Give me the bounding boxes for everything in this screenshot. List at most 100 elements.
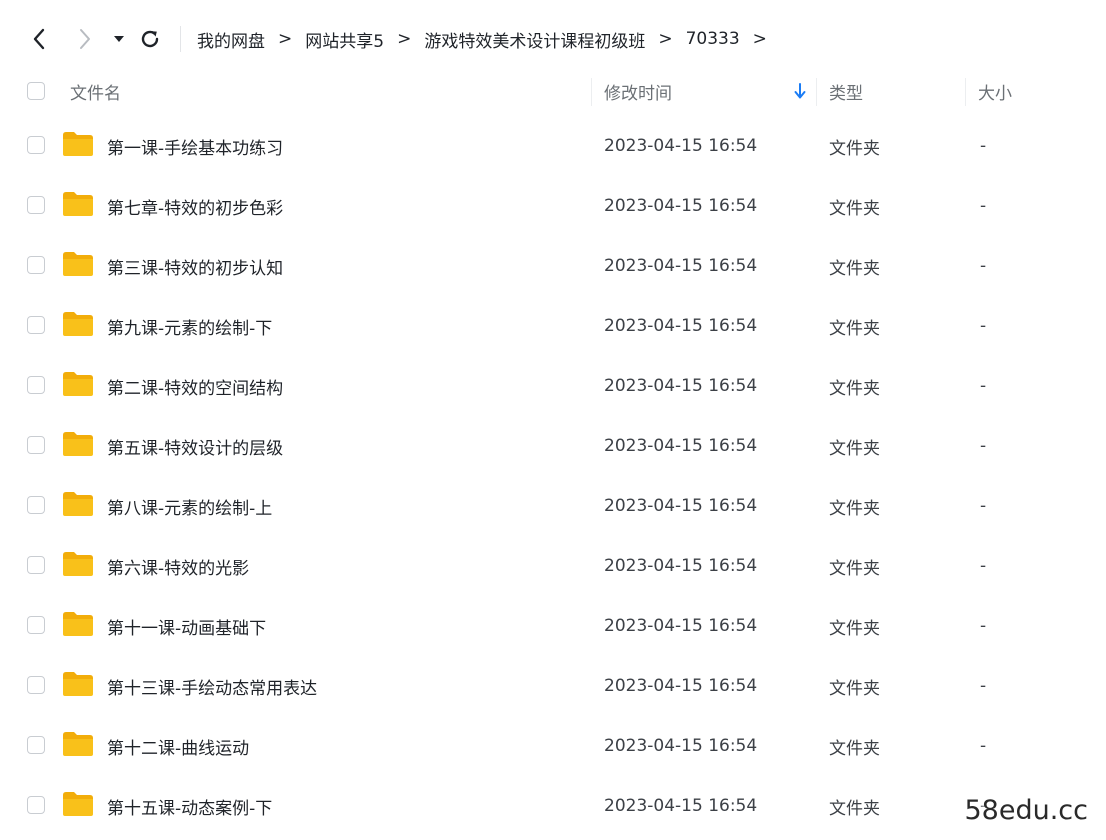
- folder-icon: [63, 552, 93, 576]
- file-name[interactable]: 第十三课-手绘动态常用表达: [107, 656, 317, 716]
- file-name[interactable]: 第十一课-动画基础下: [107, 596, 266, 656]
- breadcrumb-item-current[interactable]: 70333: [686, 29, 740, 49]
- row-checkbox[interactable]: [27, 376, 45, 394]
- file-row[interactable]: 第十一课-动画基础下 2023-04-15 16:54 文件夹 -: [0, 596, 1106, 656]
- file-name[interactable]: 第六课-特效的光影: [107, 536, 249, 596]
- row-checkbox[interactable]: [27, 616, 45, 634]
- row-checkbox[interactable]: [27, 676, 45, 694]
- file-modified-time: 2023-04-15 16:54: [604, 736, 758, 756]
- file-name[interactable]: 第七章-特效的初步色彩: [107, 176, 283, 236]
- file-name[interactable]: 第一课-手绘基本功练习: [107, 116, 283, 176]
- breadcrumb-item-course[interactable]: 游戏特效美术设计课程初级班: [424, 27, 645, 52]
- row-checkbox[interactable]: [27, 136, 45, 154]
- file-type: 文件夹: [829, 378, 880, 399]
- file-name[interactable]: 第二课-特效的空间结构: [107, 356, 283, 416]
- column-header-name[interactable]: 文件名: [70, 66, 121, 116]
- file-name[interactable]: 第十二课-曲线运动: [107, 716, 249, 776]
- file-size: -: [980, 736, 987, 756]
- column-divider[interactable]: [965, 78, 966, 106]
- folder-icon: [63, 732, 93, 756]
- file-type: 文件夹: [829, 498, 880, 519]
- forward-button[interactable]: [68, 22, 102, 56]
- refresh-button[interactable]: [133, 22, 167, 56]
- breadcrumb-separator: >: [278, 29, 293, 49]
- folder-icon: [63, 252, 93, 276]
- breadcrumb-item-share[interactable]: 网站共享5: [305, 27, 384, 52]
- file-row[interactable]: 第十二课-曲线运动 2023-04-15 16:54 文件夹 -: [0, 716, 1106, 776]
- file-type: 文件夹: [829, 618, 880, 639]
- folder-icon: [63, 492, 93, 516]
- file-size: -: [980, 556, 987, 576]
- refresh-icon: [141, 30, 159, 48]
- file-modified-time: 2023-04-15 16:54: [604, 616, 758, 636]
- file-modified-time: 2023-04-15 16:54: [604, 376, 758, 396]
- column-header-size[interactable]: 大小: [978, 66, 1012, 116]
- file-name[interactable]: 第九课-元素的绘制-下: [107, 296, 272, 356]
- file-type: 文件夹: [829, 138, 880, 159]
- file-type: 文件夹: [829, 258, 880, 279]
- file-row[interactable]: 第十三课-手绘动态常用表达 2023-04-15 16:54 文件夹 -: [0, 656, 1106, 716]
- column-header-type[interactable]: 类型: [829, 66, 863, 116]
- breadcrumb-item-my-drive[interactable]: 我的网盘: [197, 27, 265, 52]
- file-type: 文件夹: [829, 678, 880, 699]
- chevron-right-icon: [80, 29, 90, 49]
- row-checkbox[interactable]: [27, 256, 45, 274]
- row-checkbox[interactable]: [27, 196, 45, 214]
- file-modified-time: 2023-04-15 16:54: [604, 436, 758, 456]
- table-header: 文件名 修改时间 类型 大小: [0, 66, 1106, 116]
- folder-icon: [63, 372, 93, 396]
- breadcrumb: 我的网盘 > 网站共享5 > 游戏特效美术设计课程初级班 > 70333 >: [197, 24, 780, 54]
- file-name[interactable]: 第十五课-动态案例-下: [107, 776, 272, 836]
- file-size: -: [980, 136, 987, 156]
- breadcrumb-separator: >: [658, 29, 673, 49]
- arrow-down-icon: [794, 83, 806, 99]
- back-button[interactable]: [22, 22, 56, 56]
- column-header-modified[interactable]: 修改时间: [604, 66, 672, 116]
- breadcrumb-separator: >: [397, 29, 412, 49]
- file-modified-time: 2023-04-15 16:54: [604, 136, 758, 156]
- file-size: -: [980, 376, 987, 396]
- file-size: -: [980, 196, 987, 216]
- file-row[interactable]: 第九课-元素的绘制-下 2023-04-15 16:54 文件夹 -: [0, 296, 1106, 356]
- file-modified-time: 2023-04-15 16:54: [604, 676, 758, 696]
- file-name[interactable]: 第五课-特效设计的层级: [107, 416, 283, 476]
- row-checkbox[interactable]: [27, 496, 45, 514]
- row-checkbox[interactable]: [27, 796, 45, 814]
- file-type: 文件夹: [829, 798, 880, 819]
- row-checkbox[interactable]: [27, 736, 45, 754]
- file-row[interactable]: 第十五课-动态案例-下 2023-04-15 16:54 文件夹 -: [0, 776, 1106, 836]
- folder-icon: [63, 132, 93, 156]
- breadcrumb-separator[interactable]: >: [753, 29, 767, 49]
- file-size: -: [980, 316, 987, 336]
- row-checkbox[interactable]: [27, 556, 45, 574]
- row-checkbox[interactable]: [27, 316, 45, 334]
- file-modified-time: 2023-04-15 16:54: [604, 196, 758, 216]
- file-type: 文件夹: [829, 558, 880, 579]
- select-all-checkbox[interactable]: [27, 82, 45, 100]
- file-size: -: [980, 676, 987, 696]
- file-row[interactable]: 第八课-元素的绘制-上 2023-04-15 16:54 文件夹 -: [0, 476, 1106, 536]
- file-row[interactable]: 第三课-特效的初步认知 2023-04-15 16:54 文件夹 -: [0, 236, 1106, 296]
- file-name[interactable]: 第三课-特效的初步认知: [107, 236, 283, 296]
- file-size: -: [980, 496, 987, 516]
- file-row[interactable]: 第二课-特效的空间结构 2023-04-15 16:54 文件夹 -: [0, 356, 1106, 416]
- column-divider[interactable]: [591, 78, 592, 106]
- file-type: 文件夹: [829, 318, 880, 339]
- file-row[interactable]: 第六课-特效的光影 2023-04-15 16:54 文件夹 -: [0, 536, 1106, 596]
- history-dropdown-button[interactable]: [103, 22, 135, 56]
- folder-icon: [63, 792, 93, 816]
- file-row[interactable]: 第一课-手绘基本功练习 2023-04-15 16:54 文件夹 -: [0, 116, 1106, 176]
- folder-icon: [63, 432, 93, 456]
- column-divider[interactable]: [816, 78, 817, 106]
- file-size: -: [980, 256, 987, 276]
- file-modified-time: 2023-04-15 16:54: [604, 556, 758, 576]
- row-checkbox[interactable]: [27, 436, 45, 454]
- sort-descending-indicator[interactable]: [794, 66, 806, 116]
- file-size: -: [980, 616, 987, 636]
- file-name[interactable]: 第八课-元素的绘制-上: [107, 476, 272, 536]
- nav-divider: [180, 26, 181, 52]
- file-row[interactable]: 第七章-特效的初步色彩 2023-04-15 16:54 文件夹 -: [0, 176, 1106, 236]
- file-row[interactable]: 第五课-特效设计的层级 2023-04-15 16:54 文件夹 -: [0, 416, 1106, 476]
- folder-icon: [63, 192, 93, 216]
- file-modified-time: 2023-04-15 16:54: [604, 316, 758, 336]
